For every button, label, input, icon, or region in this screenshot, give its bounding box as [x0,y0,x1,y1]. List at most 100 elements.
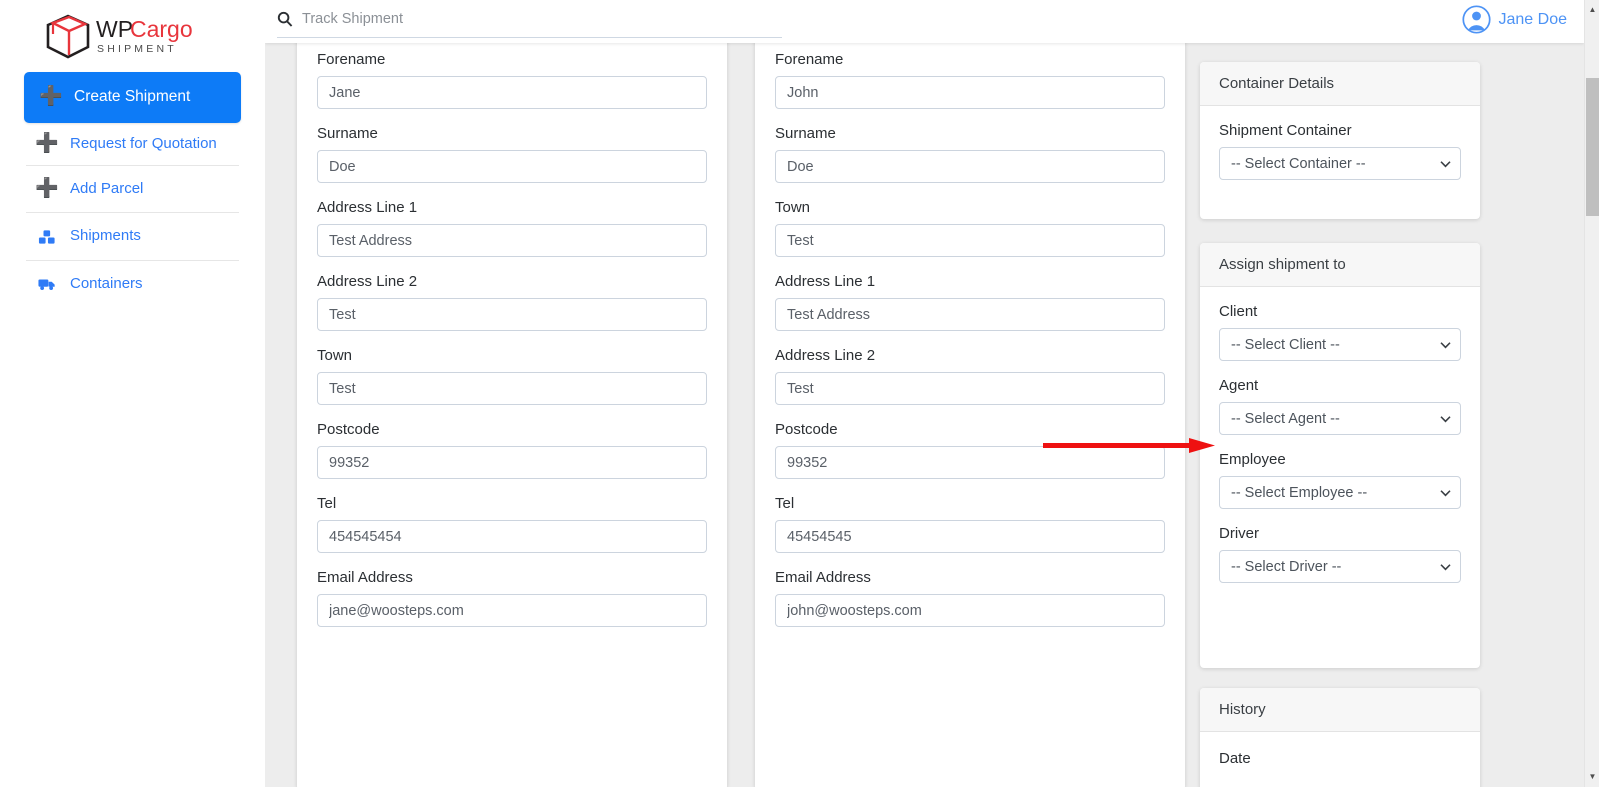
field-label-address-line-2: Address Line 2 [317,273,418,290]
scrollbar-thumb[interactable] [1586,78,1599,216]
agent-select[interactable]: -- Select Agent -- [1219,402,1461,435]
logo-text-wp: WP [96,16,133,42]
receiver-forename-input[interactable] [775,76,1165,109]
field-label-email-address: Email Address [775,569,871,586]
history-panel: History Date [1200,688,1480,787]
field-label-tel: Tel [775,495,795,512]
chevron-down-icon [1440,559,1451,574]
logo-text-cargo: Cargo [130,16,193,42]
user-name-label: Jane Doe [1498,10,1568,28]
receiver-details-card: Forename Surname Town Address Line 1 Add… [755,43,1185,787]
client-select-value: -- Select Client -- [1231,336,1340,353]
sender-surname-input[interactable] [317,150,707,183]
field-label-address-line-1: Address Line 1 [317,199,418,216]
field-label-postcode: Postcode [775,421,838,438]
employee-select[interactable]: -- Select Employee -- [1219,476,1461,509]
plus-icon: ➕ [35,177,59,199]
sender-details-card: Forename Surname Address Line 1 Address … [297,43,727,787]
history-panel-body: Date [1200,732,1480,785]
plus-icon: ➕ [35,132,59,154]
sender-tel-input[interactable] [317,520,707,553]
wpcargo-logo-icon: WP Cargo SHIPMENT [46,14,193,59]
driver-select[interactable]: -- Select Driver -- [1219,550,1461,583]
field-label-surname: Surname [317,125,378,142]
sender-email-input[interactable] [317,594,707,627]
receiver-email-input[interactable] [775,594,1165,627]
truck-icon [38,276,56,292]
sender-fields: Forename Surname Address Line 1 Address … [297,43,727,643]
chevron-down-icon [1440,485,1451,500]
receiver-fields: Forename Surname Town Address Line 1 Add… [755,43,1185,643]
assign-panel-body: Client -- Select Client -- Agent -- Sele… [1200,287,1480,609]
user-avatar-icon [1461,5,1491,34]
container-details-panel: Container Details Shipment Container -- … [1200,62,1480,219]
field-label-agent: Agent [1219,377,1259,394]
sender-postcode-input[interactable] [317,446,707,479]
sidebar-item-add-parcel[interactable]: ➕ Add Parcel [24,166,241,212]
field-label-surname: Surname [775,125,836,142]
sidebar-item-containers[interactable]: Containers [24,261,241,307]
sidebar: WP Cargo SHIPMENT ➕ Create Shipment ➕ Re… [0,0,265,787]
field-label-town: Town [317,347,353,364]
field-label-forename: Forename [775,51,844,68]
sidebar-item-label: Shipments [70,227,141,245]
field-label-tel: Tel [317,495,337,512]
field-label-forename: Forename [317,51,386,68]
content-area: Forename Surname Address Line 1 Address … [265,43,1584,787]
search-input[interactable] [302,11,732,27]
shipment-container-select-value: -- Select Container -- [1231,155,1366,172]
chevron-down-icon [1440,337,1451,352]
receiver-surname-input[interactable] [775,150,1165,183]
shipment-container-select[interactable]: -- Select Container -- [1219,147,1461,180]
page-scrollbar[interactable]: ▲ ▼ [1584,0,1599,787]
sidebar-item-create-shipment[interactable]: ➕ Create Shipment [24,72,241,123]
scroll-down-arrow-icon[interactable]: ▼ [1585,769,1599,785]
chevron-down-icon [1440,156,1451,171]
panel-title: Assign shipment to [1200,243,1480,287]
sender-forename-input[interactable] [317,76,707,109]
driver-select-value: -- Select Driver -- [1231,558,1342,575]
sidebar-item-label: Add Parcel [70,180,144,198]
app-root: WP Cargo SHIPMENT ➕ Create Shipment ➕ Re… [0,0,1599,787]
history-column-header-date: Date [1219,750,1251,767]
assign-shipment-panel: Assign shipment to Client -- Select Clie… [1200,243,1480,668]
agent-select-value: -- Select Agent -- [1231,410,1340,427]
employee-select-value: -- Select Employee -- [1231,484,1368,501]
container-panel-body: Shipment Container -- Select Container -… [1200,106,1480,206]
receiver-tel-input[interactable] [775,520,1165,553]
receiver-town-input[interactable] [775,224,1165,257]
field-label-shipment-container: Shipment Container [1219,122,1352,139]
field-label-address-line-1: Address Line 1 [775,273,876,290]
field-label-email-address: Email Address [317,569,413,586]
field-label-address-line-2: Address Line 2 [775,347,876,364]
boxes-icon [38,229,56,245]
sender-address-line-2-input[interactable] [317,298,707,331]
sender-address-line-1-input[interactable] [317,224,707,257]
top-bar: Jane Doe [265,0,1584,43]
chevron-down-icon [1440,411,1451,426]
field-label-town: Town [775,199,811,216]
search-box[interactable] [277,4,782,38]
sidebar-item-request-for-quotation[interactable]: ➕ Request for Quotation [24,123,241,165]
field-label-driver: Driver [1219,525,1259,542]
receiver-address-line-2-input[interactable] [775,372,1165,405]
receiver-address-line-1-input[interactable] [775,298,1165,331]
sidebar-nav: ➕ Create Shipment ➕ Request for Quotatio… [0,72,265,307]
sidebar-item-shipments[interactable]: Shipments [24,213,241,259]
plus-icon: ➕ [39,85,63,107]
sidebar-item-label: Containers [70,274,143,292]
field-label-employee: Employee [1219,451,1286,468]
logo-text-shipment: SHIPMENT [97,43,177,55]
search-icon [277,11,293,27]
field-label-postcode: Postcode [317,421,380,438]
panel-title: History [1200,688,1480,732]
client-select[interactable]: -- Select Client -- [1219,328,1461,361]
sender-town-input[interactable] [317,372,707,405]
app-logo[interactable]: WP Cargo SHIPMENT [0,0,265,72]
panel-title: Container Details [1200,62,1480,106]
field-label-client: Client [1219,303,1258,320]
sidebar-item-label: Create Shipment [74,88,191,105]
user-menu[interactable]: Jane Doe [1461,5,1568,34]
receiver-postcode-input[interactable] [775,446,1165,479]
scroll-up-arrow-icon[interactable]: ▲ [1585,2,1599,18]
